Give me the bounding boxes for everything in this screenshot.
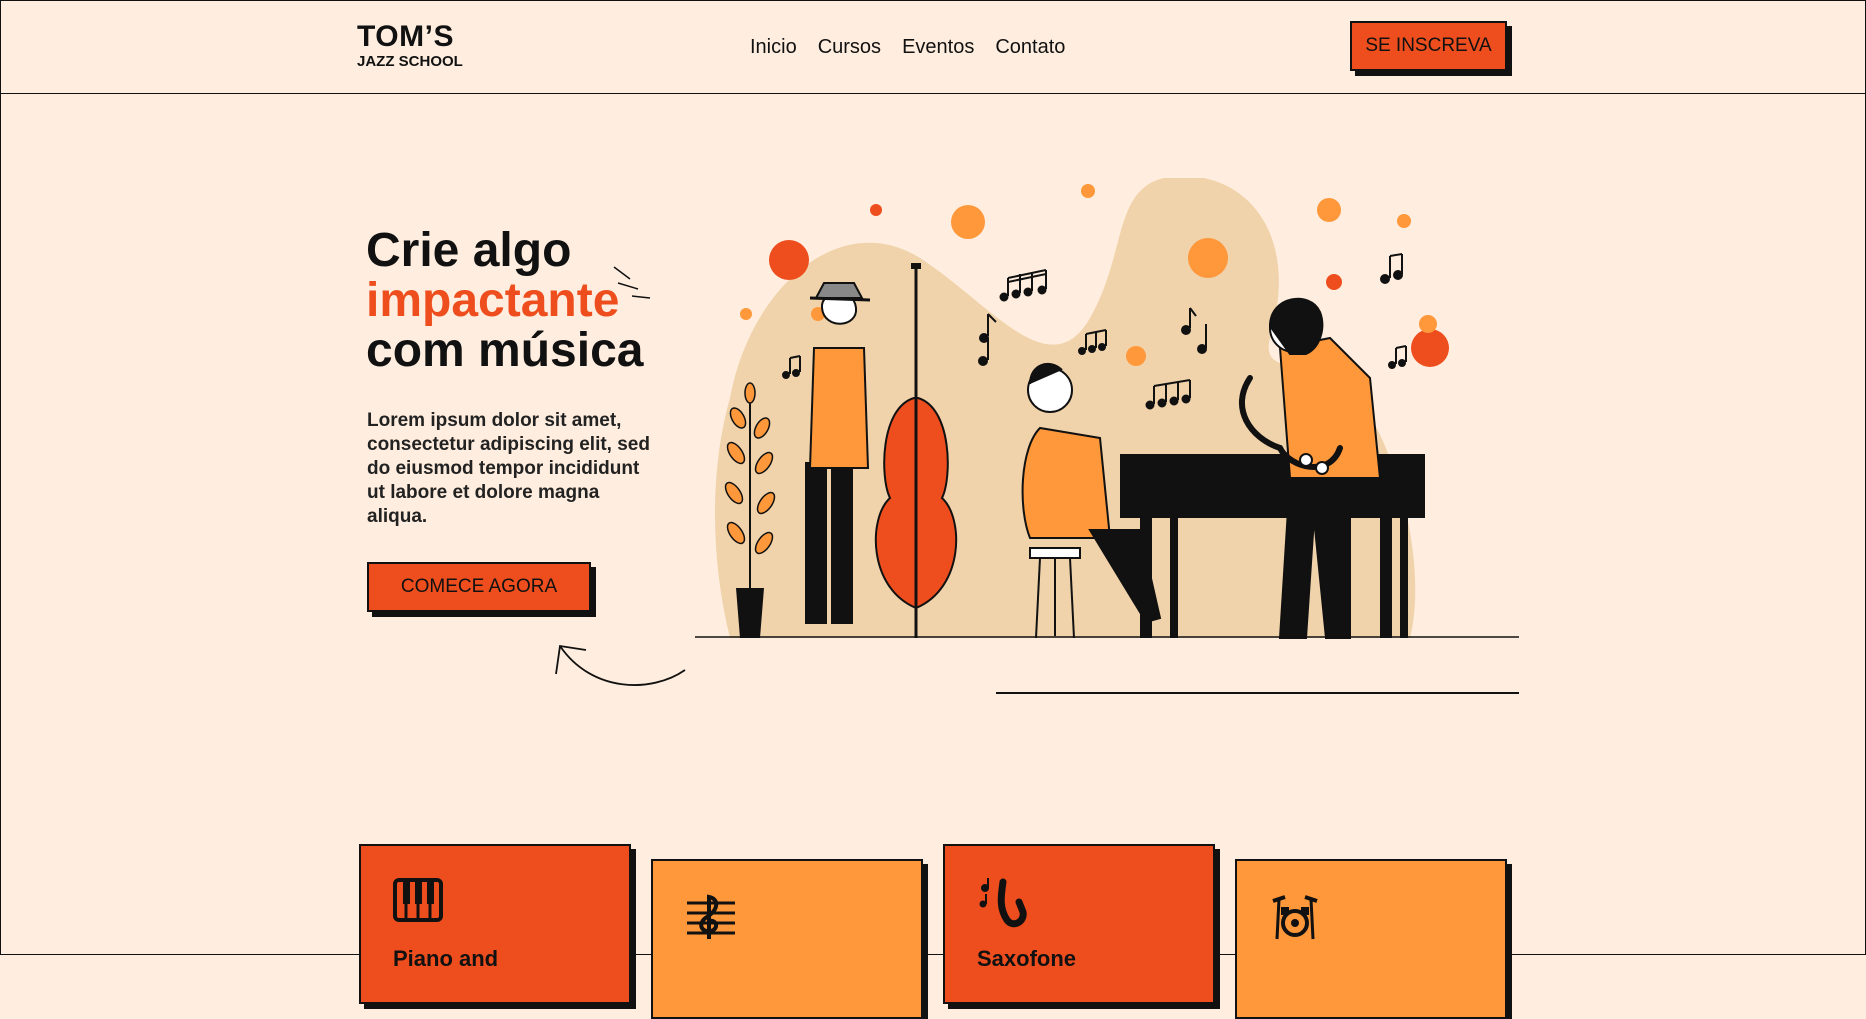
nav-link-cursos[interactable]: Cursos xyxy=(818,36,881,59)
signup-button[interactable]: SE INSCREVA xyxy=(1350,21,1507,71)
divider-line xyxy=(996,692,1519,694)
course-card-drums[interactable] xyxy=(1235,859,1507,1019)
course-card-sax[interactable]: Saxofone xyxy=(943,844,1215,1004)
hero-title-highlight: impactante xyxy=(366,274,620,327)
main-nav: Inicio Cursos Eventos Contato xyxy=(750,36,1065,59)
piano-keys-icon xyxy=(393,878,443,922)
start-now-button[interactable]: COMECE AGORA xyxy=(367,562,591,612)
logo-title: TOM’S xyxy=(357,20,454,53)
jazz-band-illustration xyxy=(695,178,1519,639)
hero-title: Crie algo impactante com música xyxy=(366,226,643,376)
hero-title-line-1: Crie algo xyxy=(366,224,572,277)
nav-link-contato[interactable]: Contato xyxy=(995,36,1065,59)
card-label-piano: Piano and xyxy=(393,946,499,971)
course-card-piano[interactable]: Piano and xyxy=(359,844,631,1004)
logo-subtitle: JAZZ SCHOOL xyxy=(357,53,463,70)
logo[interactable]: TOM’S JAZZ SCHOOL xyxy=(357,20,463,70)
hero-description: Lorem ipsum dolor sit amet, consectetur … xyxy=(367,410,650,527)
curved-arrow-icon xyxy=(555,644,686,686)
nav-link-inicio[interactable]: Inicio xyxy=(750,36,797,59)
card-label-sax: Saxofone xyxy=(977,946,1077,971)
course-card-theory[interactable] xyxy=(651,859,923,1019)
drum-kit-icon xyxy=(1272,895,1318,940)
nav-link-eventos[interactable]: Eventos xyxy=(902,36,974,59)
saxophone-icon xyxy=(979,878,1027,928)
hero-title-line-3: com música xyxy=(366,324,644,377)
treble-clef-icon xyxy=(687,894,735,939)
site-header: TOM’S JAZZ SCHOOL Inicio Cursos Eventos … xyxy=(0,0,1866,94)
sparkle-lines-icon xyxy=(613,266,651,299)
